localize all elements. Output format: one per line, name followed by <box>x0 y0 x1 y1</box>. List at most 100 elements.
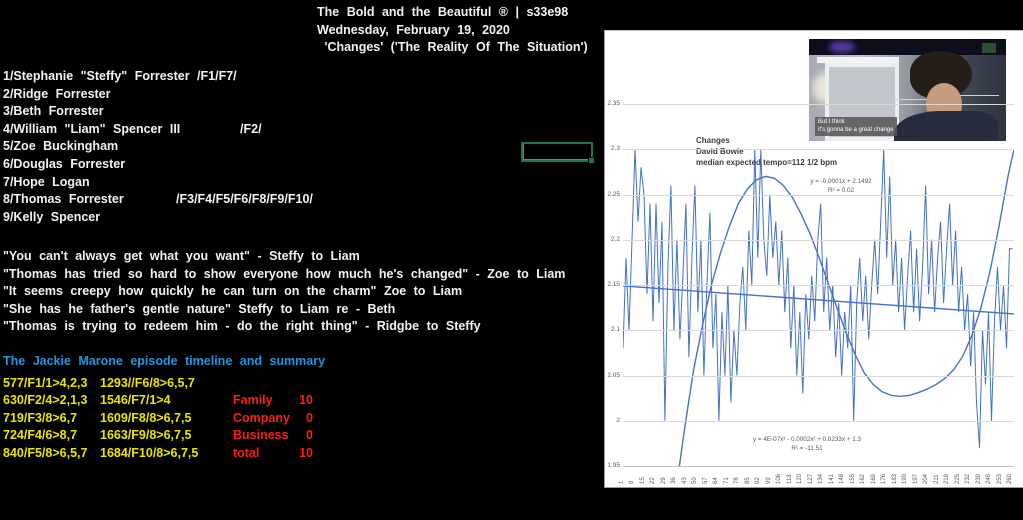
summary-cell: 1546/F7/1>4 <box>100 392 171 410</box>
y-axis-tick-label: 2.2 <box>605 236 620 243</box>
quote-line: "You can't always get what you want" - S… <box>3 248 565 266</box>
summary-row: 840/F5/8>6,5,7 1684/F10/8>6,7,5 total 10 <box>3 445 325 463</box>
x-axis-tick-label: 64 <box>713 468 721 484</box>
character-line: 4/William "Liam" Spencer III /F2/ <box>3 121 313 139</box>
summary-cell: 0 <box>273 427 313 445</box>
gridline <box>623 104 1014 105</box>
summary-row: 724/F4/6>8,71663/F9/8>6,7,5Business0 <box>3 427 325 445</box>
summary-cell: 719/F3/8>6,7 <box>3 410 77 428</box>
summary-table: 577/F1/1>4,2,31293//F6/8>6,5,7630/F2/4>2… <box>3 375 325 463</box>
gridline <box>623 421 1014 422</box>
video-subtitle: But I thinkit's gonna be a great change <box>815 117 897 136</box>
excel-cell-cursor[interactable] <box>521 142 593 162</box>
x-axis-tick-label: 127 <box>808 468 816 484</box>
x-axis-tick-label: 218 <box>944 468 952 484</box>
summary-cell: 1293//F6/8>6,5,7 <box>100 375 195 393</box>
quote-line: "She has he father's gentle nature" Stef… <box>3 301 565 319</box>
summary-row: 577/F1/1>4,2,31293//F6/8>6,5,7 <box>3 375 325 393</box>
x-axis-tick-label: 232 <box>965 468 973 484</box>
chart-title: Changes <box>696 136 730 145</box>
x-axis-tick-label: 71 <box>724 468 732 484</box>
x-axis-tick-label: 211 <box>934 468 942 484</box>
gridline <box>623 149 1014 150</box>
quote-line: "Thomas is trying to redeem him - do the… <box>3 318 565 336</box>
episode-subtitle: 'Changes' ('The Reality Of The Situation… <box>317 39 588 57</box>
x-axis-tick-label: 113 <box>787 468 795 484</box>
gridline <box>623 376 1014 377</box>
video-backdrop <box>809 39 1006 55</box>
gridline <box>623 195 1014 196</box>
gridline <box>623 466 1014 467</box>
x-axis-tick-label: 99 <box>766 468 774 484</box>
x-axis-tick-label: 225 <box>955 468 963 484</box>
fill-handle[interactable] <box>588 157 595 164</box>
x-axis-tick-label: 246 <box>986 468 994 484</box>
stage-light-purple <box>829 41 855 53</box>
x-axis-tick-label: 43 <box>682 468 690 484</box>
x-axis-tick-label: 57 <box>703 468 711 484</box>
video-still: But I thinkit's gonna be a great change <box>809 39 1006 141</box>
summary-cell: 630/F2/4>2,1,3 <box>3 392 87 410</box>
summary-header: The Jackie Marone episode timeline and s… <box>3 353 325 371</box>
x-axis-tick-label: 50 <box>692 468 700 484</box>
clothing-rack <box>959 95 999 96</box>
character-line: 5/Zoe Buckingham <box>3 138 313 156</box>
character-line: 7/Hope Logan <box>3 174 313 192</box>
x-axis-tick-label: 8 <box>629 468 637 484</box>
x-axis-tick-label: 29 <box>661 468 669 484</box>
summary-cell: 724/F4/6>8,7 <box>3 427 77 445</box>
y-axis-tick-label: 2.05 <box>605 372 620 379</box>
x-axis-tick-label: 141 <box>829 468 837 484</box>
x-axis-tick-label: 176 <box>881 468 889 484</box>
character-line: 6/Douglas Forrester <box>3 156 313 174</box>
quote-list: "You can't always get what you want" - S… <box>3 248 565 336</box>
y-axis-tick-label: 2.1 <box>605 326 620 333</box>
summary-cell: 10 <box>273 445 313 463</box>
chart-panel: ChangesDavid Bowiemedian expected tempo=… <box>604 30 1023 488</box>
x-axis-tick-label: 239 <box>976 468 984 484</box>
summary-cell: 840/F5/8>6,5,7 <box>3 445 87 463</box>
gridline <box>623 285 1014 286</box>
y-axis-tick-label: 2 <box>605 417 620 424</box>
summary-cell: 10 <box>273 392 313 410</box>
x-axis-tick-label: 36 <box>671 468 679 484</box>
showroom-scene: But I thinkit's gonna be a great change <box>809 55 1006 141</box>
y-axis-tick-label: 1.95 <box>605 462 620 469</box>
chart-annotation: median expected tempo=112 1/2 bpm <box>696 158 837 167</box>
x-axis-tick-label: 78 <box>734 468 742 484</box>
summary-row: 719/F3/8>6,71609/F8/8>6,7,5Company0 <box>3 410 325 428</box>
x-axis-tick-label: 155 <box>850 468 858 484</box>
gridline <box>623 240 1014 241</box>
episode-summary: The Jackie Marone episode timeline and s… <box>3 353 325 463</box>
summary-cell: 0 <box>273 410 313 428</box>
x-axis-tick-label: 148 <box>839 468 847 484</box>
x-axis-tick-label: 120 <box>797 468 805 484</box>
summary-cell: total <box>233 445 259 463</box>
summary-cell: 1609/F8/8>6,7,5 <box>100 410 191 428</box>
linear-trend-equation: y = -0.0001x + 2.1492R² = 0.02 <box>771 177 911 195</box>
x-axis-tick-label: 22 <box>650 468 658 484</box>
y-axis-tick-label: 2.15 <box>605 281 620 288</box>
summary-row: 630/F2/4>2,1,31546/F7/1>4Family10 <box>3 392 325 410</box>
x-axis-tick-label: 183 <box>892 468 900 484</box>
episode-date: Wednesday, February 19, 2020 <box>317 22 588 40</box>
character-list: 1/Stephanie "Steffy" Forrester /F1/F7/2/… <box>3 68 313 226</box>
x-axis-tick-label: 1 <box>619 468 627 484</box>
x-axis-tick-label: 134 <box>818 468 826 484</box>
x-axis-tick-label: 15 <box>640 468 648 484</box>
character-line: 3/Beth Forrester <box>3 103 313 121</box>
x-axis-tick-label: 85 <box>745 468 753 484</box>
stage-prop-green <box>982 43 996 53</box>
character-line: 9/Kelly Spencer <box>3 209 313 227</box>
summary-cell: 1663/F9/8>6,7,5 <box>100 427 191 445</box>
y-axis-tick-label: 2.25 <box>605 191 620 198</box>
x-axis-tick-label: 197 <box>913 468 921 484</box>
x-axis-tick-label: 106 <box>776 468 784 484</box>
x-axis-tick-label: 162 <box>860 468 868 484</box>
character-line: 2/Ridge Forrester <box>3 86 313 104</box>
actor-shirt <box>894 111 998 141</box>
x-axis-tick-label: 190 <box>902 468 910 484</box>
summary-cell: 1684/F10/8>6,7,5 <box>100 445 198 463</box>
episode-title-block: The Bold and the Beautiful ® | s33e98 We… <box>317 4 588 57</box>
x-axis-tick-label: 92 <box>755 468 763 484</box>
